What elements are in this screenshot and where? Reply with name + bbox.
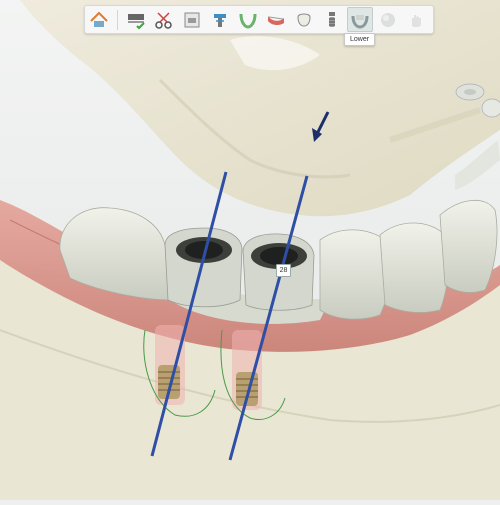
- toolbar-separator: [117, 9, 118, 30]
- home-button[interactable]: [86, 7, 112, 32]
- arch-icon: [239, 13, 257, 29]
- design-button[interactable]: [123, 7, 149, 32]
- implant-button[interactable]: [319, 7, 345, 32]
- home-icon: [90, 11, 108, 27]
- toolbar: [84, 5, 434, 34]
- scissors-icon: [155, 11, 172, 29]
- gingiva-icon: [268, 15, 284, 25]
- gingiva-button[interactable]: [263, 7, 289, 32]
- lower-jaw-icon: [351, 14, 369, 29]
- 3d-viewport[interactable]: 28: [0, 0, 500, 500]
- implant-plan-button[interactable]: [207, 7, 233, 32]
- sphere-icon: [381, 12, 395, 27]
- design-check-icon: [128, 13, 145, 29]
- toolbar-tooltip: Lower: [344, 33, 376, 46]
- tooth-icon: [297, 13, 311, 27]
- cut-button[interactable]: [151, 7, 177, 32]
- hand-icon: [412, 14, 421, 27]
- hand-button[interactable]: [403, 7, 429, 32]
- scan-button[interactable]: [179, 7, 205, 32]
- implant-plan-icon: [214, 13, 226, 27]
- implant-icon: [329, 11, 335, 27]
- implant-number-label[interactable]: 28: [276, 264, 291, 277]
- lower-jaw-button[interactable]: [347, 7, 373, 32]
- arch-button[interactable]: [235, 7, 261, 32]
- sphere-button[interactable]: [375, 7, 401, 32]
- tooth-button[interactable]: [291, 7, 317, 32]
- jaw-scene: [0, 0, 500, 500]
- scan-icon: [184, 12, 200, 27]
